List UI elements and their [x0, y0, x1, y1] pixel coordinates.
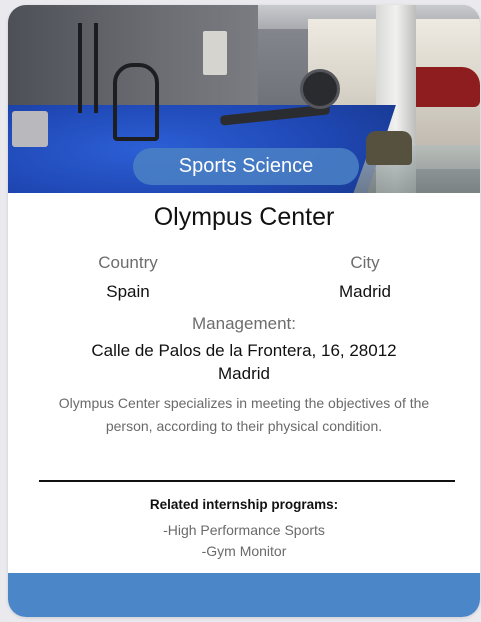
city-label: City [350, 253, 380, 272]
center-photo: Sports Science [8, 5, 480, 193]
country-value: Spain [106, 282, 150, 301]
management-label: Management: [192, 314, 296, 333]
center-description: Olympus Center specializes in meeting th… [58, 395, 430, 434]
photo-shelf [12, 111, 48, 147]
related-programs-list: -High Performance Sports -Gym Monitor [8, 520, 480, 562]
photo-bag [366, 131, 412, 165]
center-title: Olympus Center [153, 203, 335, 231]
photo-exercise-bike [113, 63, 159, 141]
section-divider [39, 480, 455, 482]
center-card[interactable]: Sports Science Olympus Center Country Sp… [8, 5, 480, 617]
management-address: Calle de Palos de la Frontera, 16, 28012… [91, 341, 397, 383]
category-tag[interactable]: Sports Science [133, 148, 359, 185]
related-program-item[interactable]: -High Performance Sports [8, 520, 480, 541]
photo-strap [78, 23, 82, 113]
related-programs-title: Related internship programs: [149, 497, 339, 512]
photo-wheel [300, 69, 340, 109]
card-footer-bar[interactable] [8, 573, 480, 617]
country-label: Country [98, 253, 158, 272]
related-program-item[interactable]: -Gym Monitor [8, 541, 480, 562]
photo-strap [94, 23, 98, 113]
city-value: Madrid [339, 282, 391, 301]
photo-panel [203, 31, 227, 75]
